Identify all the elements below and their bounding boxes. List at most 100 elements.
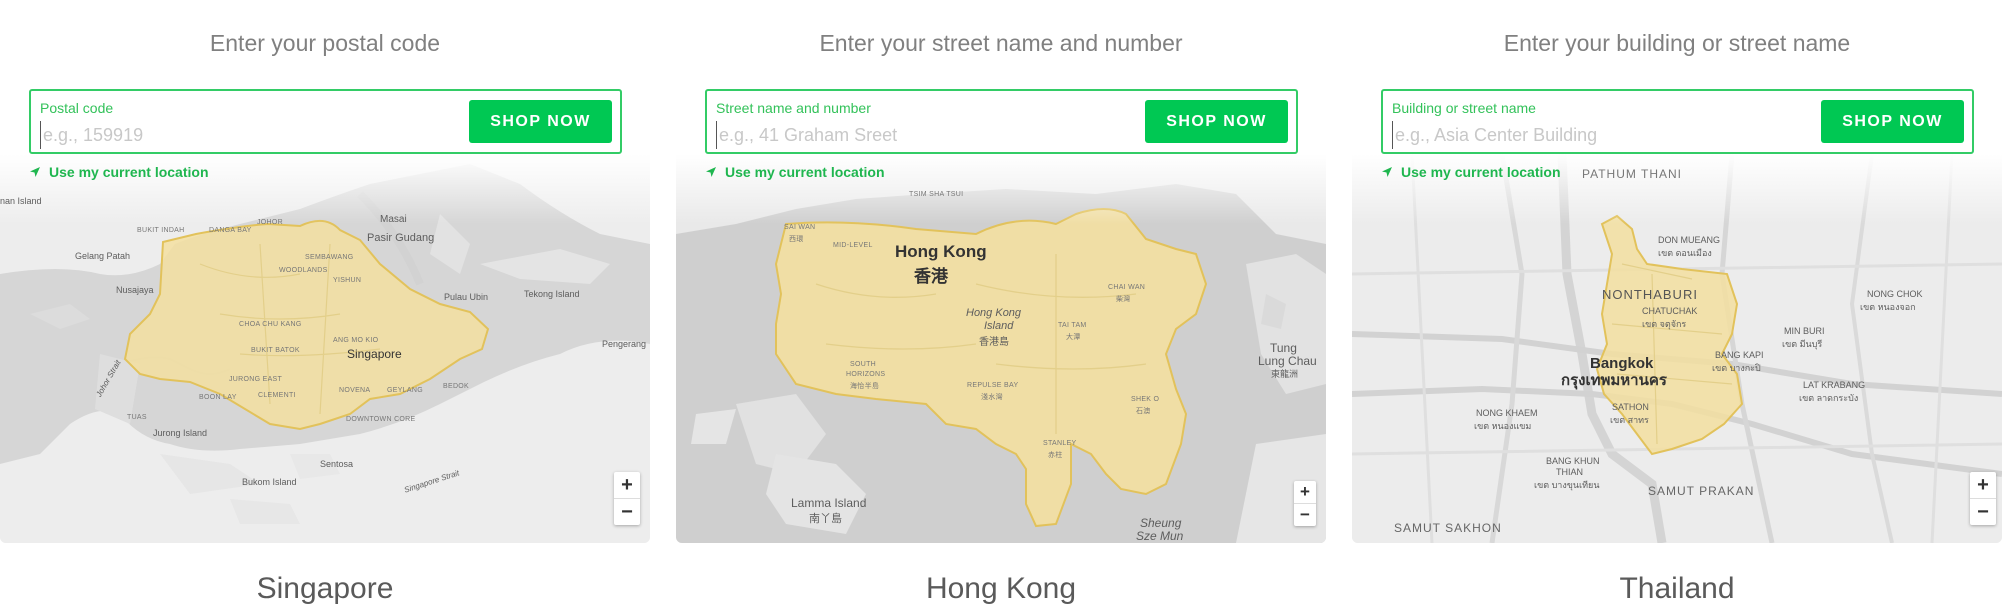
map-label: CHOA CHU KANG xyxy=(239,321,302,328)
map-label: 大潭 xyxy=(1066,334,1081,341)
panel-singapore: Enter your postal code Postal code SHOP … xyxy=(0,0,650,610)
use-current-location-label: Use my current location xyxy=(49,164,209,180)
postal-code-input[interactable] xyxy=(40,121,475,149)
zoom-controls: + − xyxy=(614,472,640,525)
use-current-location-link[interactable]: Use my current location xyxy=(705,164,885,180)
map-label: REPULSE BAY xyxy=(967,382,1019,389)
map-label: BUKIT BATOK xyxy=(251,347,300,354)
map-label: STANLEY xyxy=(1043,440,1077,447)
map-label: Bukom Island xyxy=(242,477,297,487)
map-label: 赤柱 xyxy=(1048,452,1063,459)
zoom-in-button[interactable]: + xyxy=(614,472,640,498)
map-label: เขต มีนบุรี xyxy=(1782,339,1823,349)
map-label: BEDOK xyxy=(443,383,470,390)
panel-heading: Enter your postal code xyxy=(209,30,441,56)
country-name: Singapore xyxy=(256,572,394,605)
singapore-map[interactable]: Use my current location nan Island Masai… xyxy=(0,154,650,543)
map-label: เขต ดอนเมือง xyxy=(1658,248,1712,258)
map-label: 香港島 xyxy=(979,337,1009,348)
map-label: Hong Kong xyxy=(966,307,1022,319)
panel-heading: Enter your street name and number xyxy=(819,30,1183,56)
map-label: DOWNTOWN CORE xyxy=(346,416,416,423)
map-label: เขต ลาดกระบัง xyxy=(1799,393,1859,403)
map-label: Masai xyxy=(380,214,407,225)
map-label: 石澳 xyxy=(1136,408,1151,415)
navigation-arrow-icon xyxy=(706,167,716,177)
map-label: Jurong Island xyxy=(153,428,208,438)
map-label: JOHOR xyxy=(257,219,283,226)
street-input[interactable] xyxy=(716,121,1151,149)
map-label: 海怡半島 xyxy=(850,383,880,390)
map-label: เขต หนองจอก xyxy=(1860,302,1916,312)
map-label: HORIZONS xyxy=(846,371,886,378)
shop-now-button[interactable]: SHOP NOW xyxy=(1821,100,1964,143)
map-label: Pengerang xyxy=(602,339,647,349)
map-label: กรุงเทพมหานคร xyxy=(1561,372,1667,389)
map-label: nan Island xyxy=(0,196,42,206)
map-label: THIAN xyxy=(1556,467,1583,477)
map-label: Tekong Island xyxy=(524,289,580,299)
map-label: PATHUM THANI xyxy=(1582,167,1683,181)
map-label: BANG KAPI xyxy=(1715,350,1764,360)
map-label: TUAS xyxy=(127,414,147,421)
field-label: Street name and number xyxy=(716,100,871,116)
map-label: Pulau Ubin xyxy=(444,292,489,302)
country-name: Hong Kong xyxy=(925,572,1077,605)
map-label: YISHUN xyxy=(333,277,362,284)
navigation-arrow-icon xyxy=(1382,167,1392,177)
zoom-out-button[interactable]: − xyxy=(1970,498,1996,525)
map-label: เขต หนองแขม xyxy=(1474,421,1532,431)
map-label: Singapore xyxy=(347,347,402,361)
building-input[interactable] xyxy=(1392,121,1827,149)
building-field-box: Building or street name SHOP NOW xyxy=(1381,89,1974,154)
map-label: เขต บางกะปิ xyxy=(1712,363,1761,373)
zoom-in-button[interactable]: + xyxy=(1970,472,1996,498)
use-current-location-label: Use my current location xyxy=(1401,164,1561,180)
map-label: GEYLANG xyxy=(387,387,423,394)
map-label: NOVENA xyxy=(339,387,371,394)
map-label: เขต จตุจักร xyxy=(1642,319,1687,329)
map-label: Tung xyxy=(1270,341,1297,355)
thailand-map[interactable]: Use my current location PATHUM THANI DON… xyxy=(1352,154,2002,543)
shop-now-button[interactable]: SHOP NOW xyxy=(1145,100,1288,143)
map-label: 淺水灣 xyxy=(981,394,1003,401)
map-label: เขต บางขุนเทียน xyxy=(1534,480,1600,490)
zoom-controls: + − xyxy=(1294,481,1316,526)
map-label: 南丫島 xyxy=(809,513,842,525)
navigation-arrow-icon xyxy=(30,167,40,177)
use-current-location-link[interactable]: Use my current location xyxy=(1381,164,1561,180)
map-label: SAMUT PRAKAN xyxy=(1648,484,1755,498)
map-label: CLEMENTI xyxy=(258,392,296,399)
map-label: เขต สาทร xyxy=(1610,415,1649,425)
map-label: Lamma Island xyxy=(791,496,867,510)
map-label: WOODLANDS xyxy=(279,267,328,274)
zoom-out-button[interactable]: − xyxy=(1294,503,1316,526)
map-label: Pasir Gudang xyxy=(367,232,435,244)
map-label: 柴灣 xyxy=(1116,296,1131,303)
zoom-in-button[interactable]: + xyxy=(1294,481,1316,503)
map-label: DON MUEANG xyxy=(1658,235,1721,245)
map-label: Bangkok xyxy=(1590,355,1654,372)
country-name: Thailand xyxy=(1619,572,1735,605)
map-label: 香港 xyxy=(914,267,948,286)
use-current-location-label: Use my current location xyxy=(725,164,885,180)
map-label: NONTHABURI xyxy=(1602,287,1698,302)
map-label: SAMUT SAKHON xyxy=(1394,521,1502,535)
zoom-out-button[interactable]: − xyxy=(614,498,640,525)
map-label: Gelang Patah xyxy=(75,251,131,261)
zoom-controls: + − xyxy=(1970,472,1996,525)
hong-kong-map[interactable]: Use my current location TSIM SHA TSUI Ho… xyxy=(676,154,1326,543)
postal-code-field-box: Postal code SHOP NOW xyxy=(29,89,622,154)
map-label: NONG KHAEM xyxy=(1476,408,1538,418)
use-current-location-link[interactable]: Use my current location xyxy=(29,164,209,180)
map-label: SAI WAN xyxy=(784,224,816,231)
map-label: TAI TAM xyxy=(1058,322,1087,329)
map-label: Sze Mun xyxy=(1136,529,1184,543)
map-label: SEMBAWANG xyxy=(305,254,354,261)
map-label: SOUTH xyxy=(850,361,876,368)
map-label: TSIM SHA TSUI xyxy=(909,191,964,198)
map-label: Lung Chau xyxy=(1258,354,1317,368)
shop-now-button[interactable]: SHOP NOW xyxy=(469,100,612,143)
map-label: LAT KRABANG xyxy=(1803,380,1866,390)
map-label: Hong Kong xyxy=(895,242,987,261)
